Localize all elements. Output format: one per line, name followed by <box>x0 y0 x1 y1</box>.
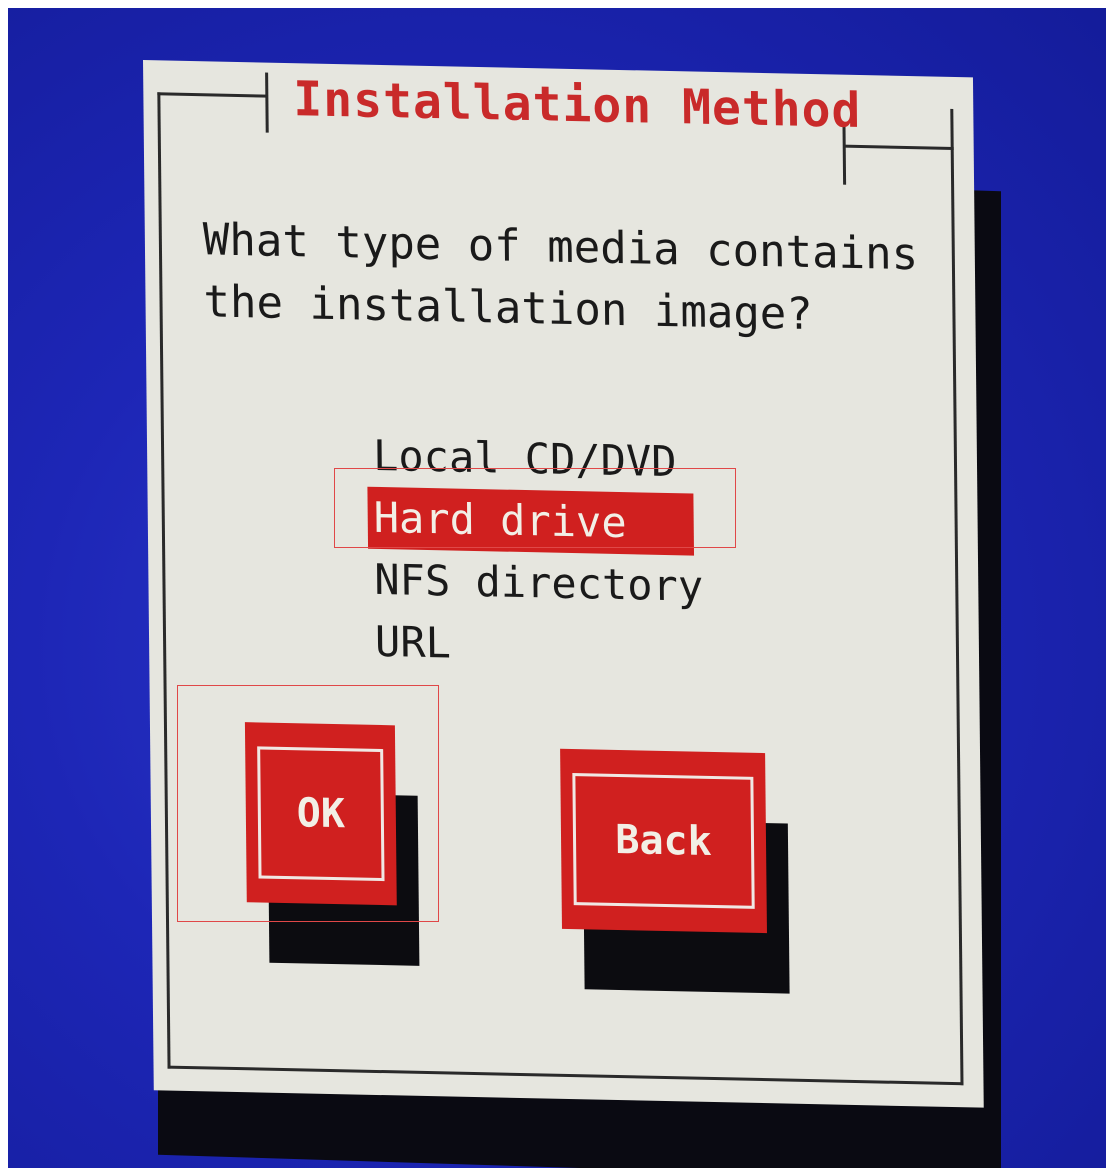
ok-button[interactable]: OK <box>244 722 397 906</box>
back-button[interactable]: Back <box>560 748 767 934</box>
dialog-title: Installation Method <box>293 71 862 140</box>
option-nfs-directory[interactable]: NFS directory <box>368 549 749 619</box>
screen-background: Installation Method What type of media c… <box>8 8 1106 1168</box>
ok-button-group: OK <box>244 722 420 966</box>
back-button-label: Back <box>615 816 712 865</box>
option-hard-drive[interactable]: Hard drive <box>367 486 695 556</box>
media-option-list[interactable]: Local CD/DVD Hard drive NFS directory UR… <box>367 425 750 681</box>
frame-tick-left <box>265 72 269 133</box>
dialog-prompt: What type of media contains the installa… <box>202 214 919 341</box>
installation-method-dialog: Installation Method What type of media c… <box>143 60 984 1108</box>
ok-button-label: OK <box>296 790 346 838</box>
option-url[interactable]: URL <box>369 611 750 681</box>
back-button-group: Back <box>560 748 790 994</box>
option-local-cd-dvd[interactable]: Local CD/DVD <box>367 425 748 495</box>
